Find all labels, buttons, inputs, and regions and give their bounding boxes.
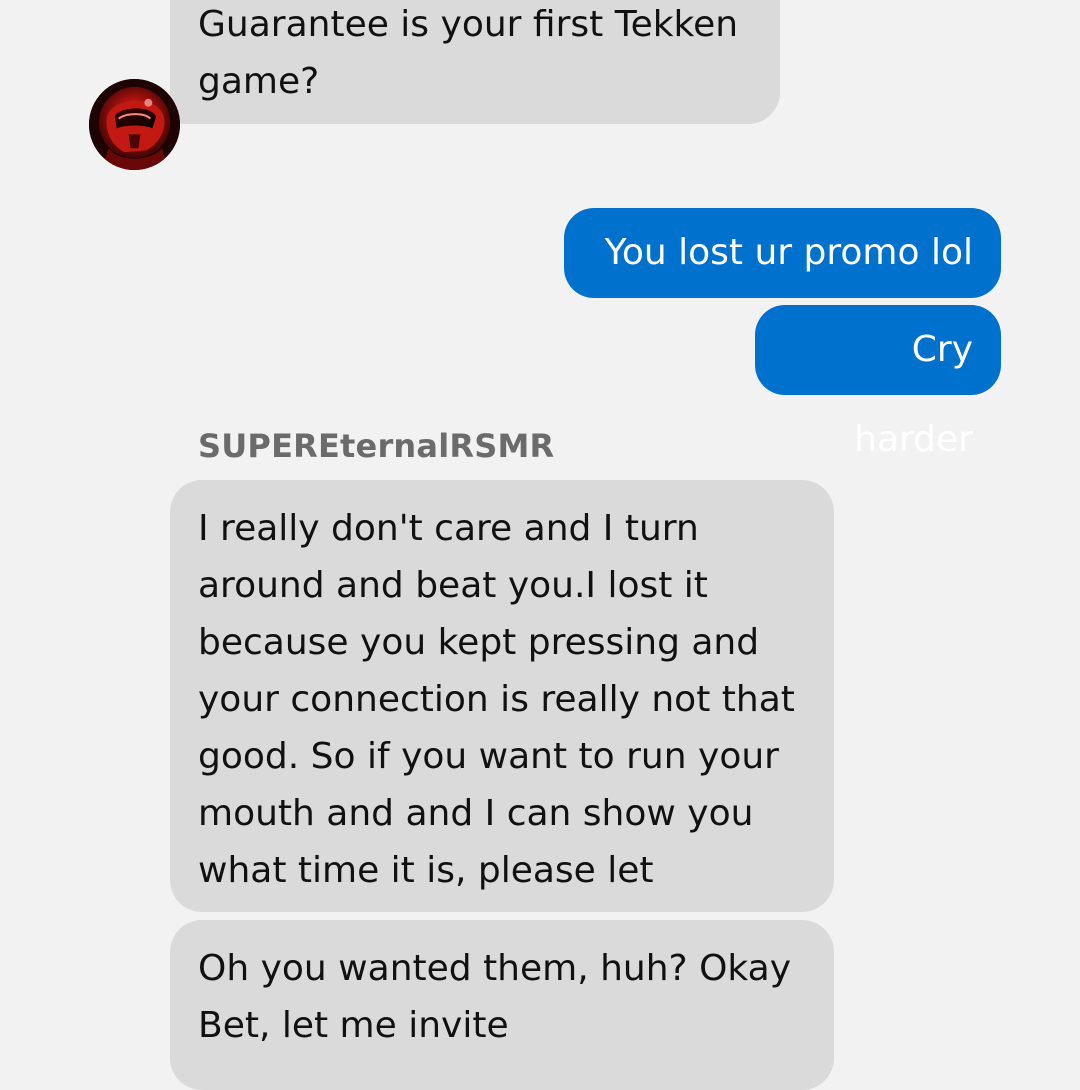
outgoing-message-bubble[interactable]: You lost ur promo lol <box>564 208 1001 298</box>
incoming-message-bubble[interactable]: Guarantee is your first Tekken game? <box>170 0 780 124</box>
incoming-message-bubble[interactable]: I really don't care and I turn around an… <box>170 480 834 912</box>
helmet-avatar-icon <box>89 79 180 170</box>
sender-name: SUPEREternalRSMR <box>198 427 555 465</box>
incoming-message-bubble[interactable]: Oh you wanted them, huh? Okay Bet, let m… <box>170 920 834 1090</box>
outgoing-message-bubble[interactable]: Cry harder <box>755 305 1001 460</box>
contact-avatar[interactable] <box>89 79 180 170</box>
